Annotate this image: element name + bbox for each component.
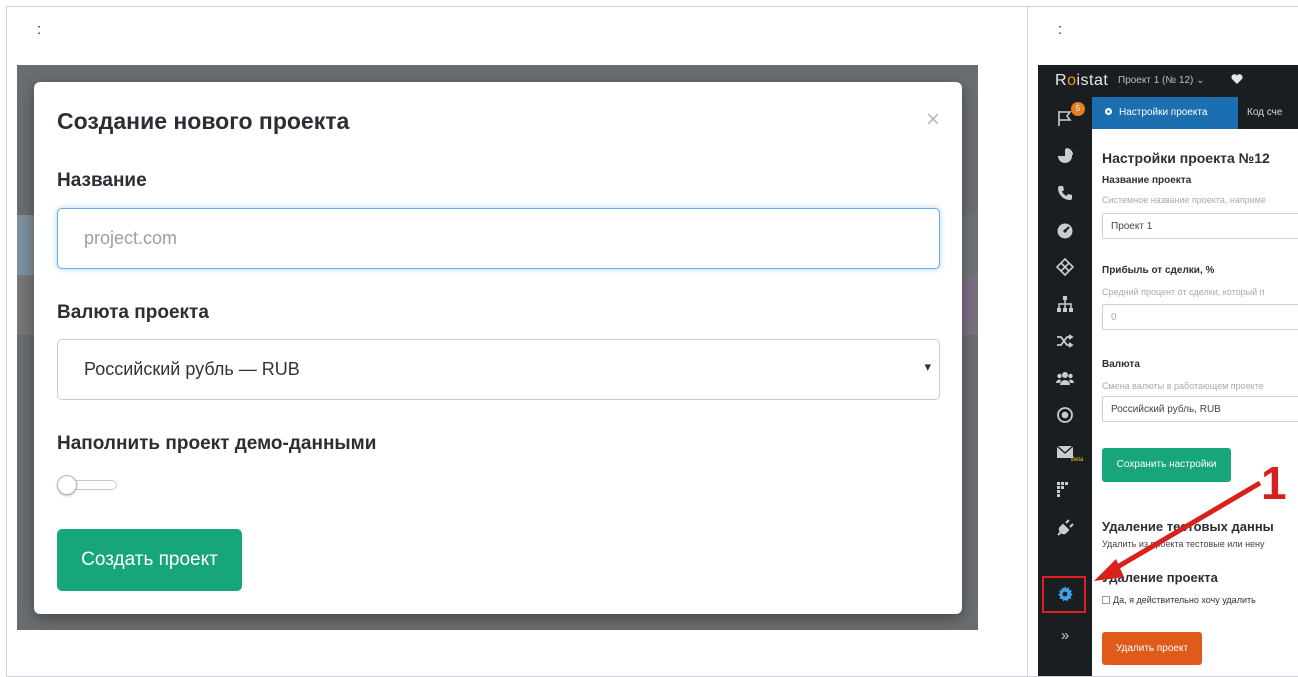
notification-badge: 5: [1071, 102, 1085, 116]
users-icon[interactable]: [1056, 369, 1074, 387]
right-panel: : Roistat Проект 1 (№ 12) ⌄ 5 Beta » Нас…: [1027, 6, 1298, 677]
delete-project-button[interactable]: Удалить проект: [1102, 632, 1202, 665]
tab-counter-code[interactable]: Код сче: [1247, 97, 1282, 129]
tab-bar: Настройки проекта Код сче: [1092, 97, 1298, 129]
logo: Roistat: [1055, 72, 1109, 89]
background-band: [17, 275, 34, 335]
active-item-highlight: [1042, 576, 1086, 613]
dashboard-icon[interactable]: [1056, 221, 1074, 239]
beta-label: Beta: [1071, 457, 1084, 463]
delete-test-data-title: Удаление тестовых данны: [1102, 519, 1274, 534]
plug-icon[interactable]: [1056, 519, 1074, 537]
currency-label: Валюта проекта: [57, 302, 209, 323]
background-band: [962, 275, 978, 335]
crosshair-icon[interactable]: [1056, 258, 1074, 276]
modal-screenshot: Создание нового проекта × Название Валют…: [17, 65, 978, 630]
background-band: [962, 215, 978, 275]
shuffle-icon[interactable]: [1056, 332, 1074, 350]
roistat-screenshot: Roistat Проект 1 (№ 12) ⌄ 5 Beta » Настр…: [1038, 65, 1298, 676]
currency-field[interactable]: Российский рубль, RUB: [1102, 396, 1298, 422]
demo-data-toggle[interactable]: [57, 475, 119, 495]
top-bar: Roistat Проект 1 (№ 12) ⌄: [1038, 65, 1298, 97]
project-name-help: Системное название проекта, наприме: [1102, 195, 1266, 205]
confirm-delete-checkbox[interactable]: Да, я действительно хочу удалить: [1102, 595, 1256, 605]
left-caption: :: [37, 21, 42, 38]
profit-help: Средний процент от сделки, который п: [1102, 287, 1265, 297]
currency-help: Смена валюты в работающем проекте: [1102, 381, 1264, 391]
tab-label: Настройки проекта: [1119, 107, 1208, 118]
gear-icon: [1104, 98, 1113, 115]
settings-content: Настройки проекта №12 Название проекта С…: [1092, 129, 1298, 676]
sidebar: 5 Beta »: [1038, 97, 1092, 676]
project-name-input[interactable]: [57, 208, 940, 269]
left-panel: : Создание нового проекта × Название Вал…: [6, 6, 1028, 677]
sitemap-icon[interactable]: [1056, 295, 1074, 313]
name-label: Название: [57, 170, 147, 191]
heatmap-icon[interactable]: [1056, 480, 1074, 498]
expand-icon[interactable]: »: [1056, 627, 1074, 645]
create-project-button[interactable]: Создать проект: [57, 529, 242, 591]
currency-selected-value: Российский рубль — RUB: [84, 359, 300, 379]
pie-chart-icon[interactable]: [1056, 147, 1074, 165]
checkbox[interactable]: [1102, 596, 1110, 604]
toggle-knob: [57, 475, 77, 495]
annotation-number: 1: [1261, 457, 1287, 509]
profit-field[interactable]: 0: [1102, 304, 1298, 330]
chevron-down-icon: ▾: [924, 359, 931, 374]
currency-label: Валюта: [1102, 359, 1140, 370]
project-name-field[interactable]: Проект 1: [1102, 213, 1298, 239]
target-icon[interactable]: [1056, 406, 1074, 424]
delete-project-title: Удаление проекта: [1102, 570, 1218, 585]
profit-label: Прибыль от сделки, %: [1102, 265, 1215, 276]
currency-select[interactable]: Российский рубль — RUB ▾: [57, 339, 940, 400]
create-project-modal: Создание нового проекта × Название Валют…: [34, 82, 962, 614]
confirm-delete-label: Да, я действительно хочу удалить: [1113, 595, 1256, 605]
background-band: [17, 215, 34, 275]
project-name-label: Название проекта: [1102, 175, 1192, 186]
right-caption: :: [1058, 21, 1063, 38]
delete-test-data-help: Удалить из проекта тестовые или нену: [1102, 539, 1265, 549]
save-settings-button[interactable]: Сохранить настройки: [1102, 448, 1231, 482]
tab-project-settings[interactable]: Настройки проекта: [1092, 97, 1238, 129]
page-title: Настройки проекта №12: [1102, 150, 1270, 166]
phone-icon[interactable]: [1056, 184, 1074, 202]
close-icon[interactable]: ×: [926, 106, 940, 134]
project-switcher[interactable]: Проект 1 (№ 12) ⌄: [1118, 75, 1205, 86]
modal-title: Создание нового проекта: [57, 108, 350, 134]
demo-data-label: Наполнить проект демо-данными: [57, 433, 377, 454]
heart-icon[interactable]: [1231, 72, 1243, 84]
